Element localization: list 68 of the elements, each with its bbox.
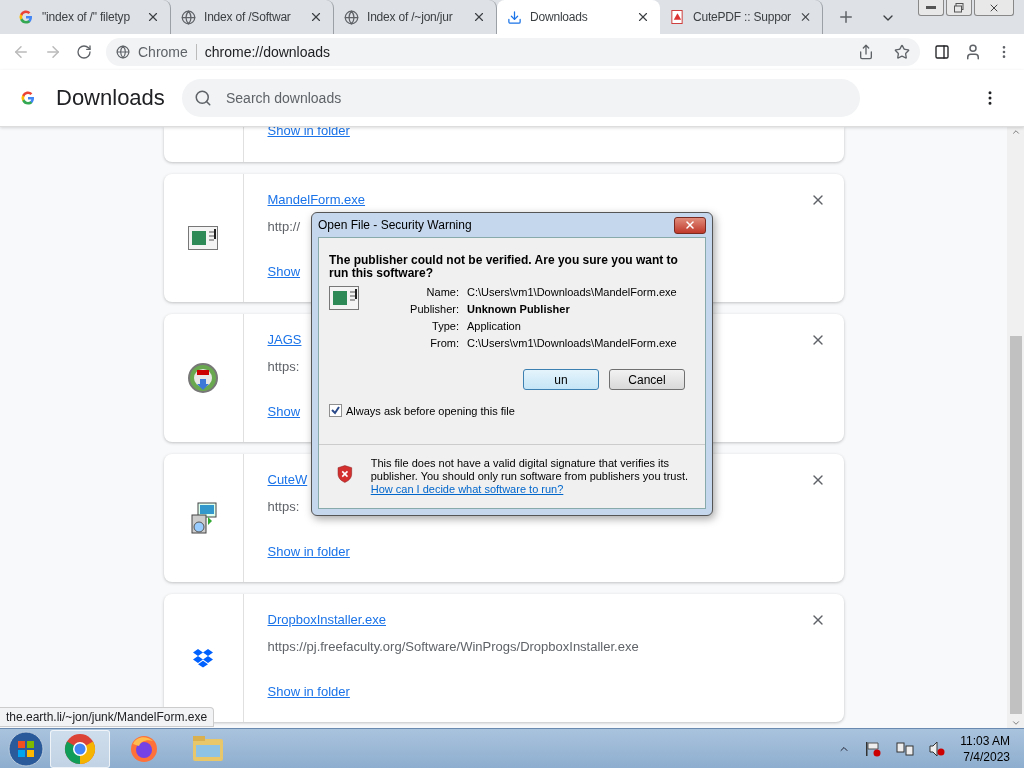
run-button[interactable]: un [523, 369, 599, 390]
folder-icon [192, 734, 224, 763]
warning-heading: The publisher could not be verified. Are you sure you want to run this software? [329, 254, 679, 280]
firefox-icon [129, 733, 159, 764]
profile-icon[interactable] [964, 43, 982, 61]
pdf-icon [670, 9, 685, 25]
taskbar-item[interactable] [50, 729, 110, 768]
field-label: Type: [431, 320, 459, 332]
dialog-title: Open File - Security Warning [318, 218, 472, 232]
field-value: C:\Users\vm1\Downloads\MandelForm.exe [467, 286, 677, 298]
close-icon[interactable] [146, 10, 160, 24]
source-url: https: [267, 359, 300, 374]
status-url: the.earth.li/~jon/junk/MandelForm.exe [0, 707, 215, 727]
program-window-icon [329, 286, 359, 310]
field-value: C:\Users\vm1\Downloads\MandelForm.exe [467, 337, 677, 349]
file-name-link[interactable]: DropboxInstaller.exe [267, 612, 386, 627]
close-icon [684, 219, 696, 231]
close-button[interactable] [674, 216, 706, 234]
file-name-link[interactable]: JAGS [267, 332, 302, 347]
field-label: Publisher: [409, 303, 459, 315]
download-icon [507, 9, 522, 25]
field-value: Unknown Publisher [467, 303, 571, 315]
field-label: From: [429, 337, 459, 349]
minimize-icon [926, 5, 936, 10]
show-in-folder-link[interactable]: Show in folder [267, 544, 350, 559]
scroll-thumb[interactable] [1009, 336, 1022, 714]
check-icon [331, 406, 340, 415]
search-icon [194, 89, 212, 107]
address-bar[interactable]: Chrome chrome://downloads [106, 38, 920, 66]
dropbox-icon [192, 648, 214, 668]
google-icon [18, 9, 34, 25]
close-icon[interactable] [309, 10, 323, 24]
help-link[interactable]: How can I decide what software to run? [370, 483, 695, 496]
source-url: http:// [267, 219, 301, 234]
page-title: Downloads [56, 85, 166, 111]
start-button[interactable] [6, 730, 46, 767]
google-icon [20, 90, 36, 106]
show-in-folder-link[interactable]: Show in folder [267, 684, 350, 699]
side-panel-icon[interactable] [934, 44, 950, 60]
field-value: Application [467, 320, 522, 332]
search-field[interactable]: Search downloads [182, 79, 860, 117]
browser-tab[interactable]: Downloads [497, 0, 660, 34]
globe-icon [344, 9, 359, 25]
clock[interactable]: 11:03 AM 7/4/2023 [960, 733, 1018, 764]
program-window-icon [188, 226, 218, 250]
source-url: https: [267, 499, 300, 514]
globe-download-icon [187, 362, 219, 394]
warning-text: This file does not have a valid digital signature that verifies its publisher. You should only run software from publishers you trust. [370, 457, 690, 483]
show-in-folder-link[interactable]: Show [267, 404, 301, 419]
show-in-folder-link[interactable]: Show [267, 264, 301, 279]
file-name-link[interactable]: CuteW [267, 472, 308, 487]
cancel-button[interactable]: Cancel [609, 369, 685, 390]
source-url: https://pj.freefaculty.org/Software/WinProgs/DropboxInstaller.exe [267, 639, 639, 654]
globe-icon [181, 9, 196, 25]
always-ask-checkbox[interactable]: Always ask before opening this file [329, 404, 695, 417]
close-icon[interactable] [472, 10, 486, 24]
network-icon[interactable] [896, 740, 915, 757]
restore-button[interactable] [946, 0, 972, 16]
file-name-link[interactable]: MandelForm.exe [267, 192, 366, 207]
speaker-icon[interactable] [928, 740, 947, 757]
chrome-icon [64, 732, 96, 765]
new-tab-icon[interactable] [837, 8, 855, 26]
close-icon[interactable] [636, 10, 650, 24]
restore-icon [954, 2, 964, 13]
minimize-button[interactable] [918, 0, 944, 16]
flag-icon[interactable] [864, 740, 883, 757]
field-label: Name: [425, 286, 459, 298]
reload-icon[interactable] [76, 44, 92, 60]
